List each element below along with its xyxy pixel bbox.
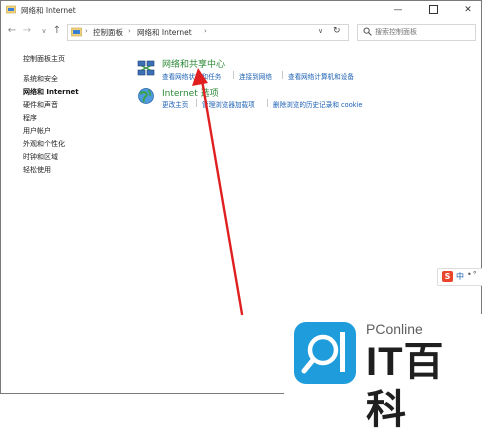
- maximize-button[interactable]: [422, 3, 444, 17]
- category-network-sharing-title[interactable]: 网络和共享中心: [162, 57, 225, 70]
- sidebar-item-network-internet[interactable]: 网络和 Internet: [23, 87, 79, 97]
- minimize-button[interactable]: —: [387, 3, 409, 17]
- refresh-button[interactable]: ↻: [333, 26, 341, 36]
- back-button[interactable]: ←: [6, 25, 18, 37]
- address-dropdown-button[interactable]: ∨: [318, 27, 323, 35]
- ime-indicator[interactable]: S 中 •°: [437, 268, 482, 286]
- link-divider: [267, 99, 268, 107]
- network-sharing-icon: [137, 60, 155, 76]
- sogou-logo-icon: S: [442, 271, 453, 282]
- breadcrumb-control-panel[interactable]: 控制面板: [93, 27, 123, 38]
- watermark-logo-icon: [294, 322, 356, 384]
- link-divider: [196, 99, 197, 107]
- window-title: 网络和 Internet: [21, 6, 76, 15]
- watermark: PConline IT百科: [284, 314, 482, 432]
- ime-language: 中: [456, 272, 464, 281]
- control-panel-icon: [6, 5, 16, 14]
- link-change-homepage[interactable]: 更改主页: [162, 99, 188, 109]
- address-bar[interactable]: › 控制面板 › 网络和 Internet › ∨ ↻: [67, 24, 349, 41]
- sidebar-item-user-accounts[interactable]: 用户帐户: [23, 126, 51, 136]
- link-connect-to-network[interactable]: 连接到网络: [239, 71, 272, 81]
- search-icon: [363, 27, 372, 36]
- link-view-network-computers[interactable]: 查看网络计算机和设备: [288, 71, 354, 81]
- watermark-brand-large: IT百科: [366, 340, 445, 432]
- link-divider: [282, 71, 283, 79]
- sidebar-item-clock-region[interactable]: 时钟和区域: [23, 152, 58, 162]
- up-button[interactable]: ↑: [51, 25, 63, 37]
- link-divider: [233, 71, 234, 79]
- sidebar-item-programs[interactable]: 程序: [23, 113, 37, 123]
- category-internet-options-title[interactable]: Internet 选项: [162, 86, 219, 99]
- link-delete-history[interactable]: 删除浏览的历史记录和 cookie: [273, 99, 362, 109]
- recent-locations-button[interactable]: ∨: [38, 25, 50, 37]
- search-box[interactable]: [357, 24, 476, 41]
- sidebar-item-home[interactable]: 控制面板主页: [23, 54, 65, 64]
- navigation-bar: ← → ∨ ↑ › 控制面板 › 网络和 Internet › ∨ ↻: [1, 22, 481, 42]
- sidebar-item-appearance[interactable]: 外观和个性化: [23, 139, 65, 149]
- internet-options-icon: [138, 88, 154, 104]
- breadcrumb-separator: ›: [128, 27, 131, 35]
- title-bar: 网络和 Internet — ✕: [1, 1, 481, 19]
- sidebar-item-system-security[interactable]: 系统和安全: [23, 74, 58, 84]
- ime-status: •°: [467, 270, 478, 279]
- link-manage-addons[interactable]: 管理浏览器加载项: [202, 99, 255, 109]
- breadcrumb-network-internet[interactable]: 网络和 Internet: [137, 27, 192, 38]
- forward-button[interactable]: →: [21, 25, 33, 37]
- breadcrumb-separator: ›: [204, 27, 207, 35]
- search-input[interactable]: [375, 26, 471, 38]
- sidebar-item-ease-of-access[interactable]: 轻松使用: [23, 165, 51, 175]
- sidebar-item-hardware-sound[interactable]: 硬件和声音: [23, 100, 58, 110]
- control-panel-icon: [71, 27, 82, 37]
- watermark-brand-small: PConline: [366, 321, 423, 337]
- sidebar: 控制面板主页 系统和安全 网络和 Internet 硬件和声音 程序 用户帐户 …: [1, 49, 121, 389]
- breadcrumb-separator: ›: [85, 27, 88, 35]
- maximize-icon: [428, 5, 438, 14]
- close-button[interactable]: ✕: [457, 3, 479, 17]
- link-view-network-status[interactable]: 查看网络状态和任务: [162, 71, 221, 81]
